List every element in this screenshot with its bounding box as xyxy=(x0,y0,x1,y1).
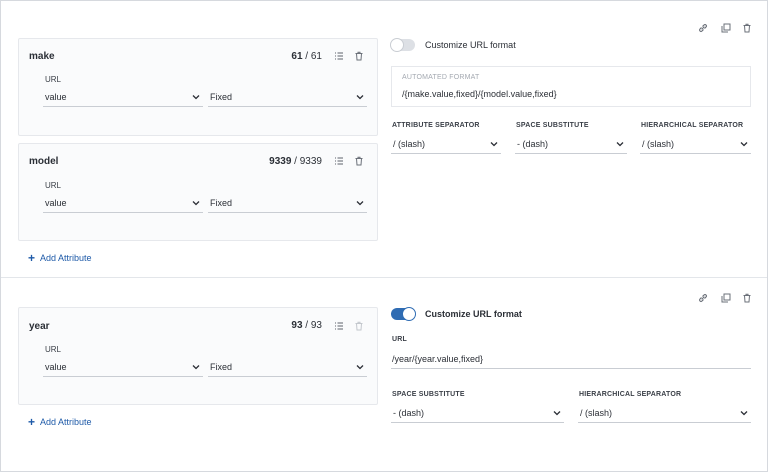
field-select-value: value xyxy=(45,92,67,102)
url-format-label: URL xyxy=(392,336,407,343)
url-label: URL xyxy=(45,345,62,354)
toggle-knob xyxy=(402,307,416,321)
hierarchical-separator-label: HIERARCHICAL SEPARATOR xyxy=(641,122,744,129)
list-icon[interactable] xyxy=(333,155,345,167)
field-select-value: value xyxy=(45,362,67,372)
mode-select[interactable]: Fixed xyxy=(208,195,367,213)
mode-select-value: Fixed xyxy=(210,198,233,208)
mode-select[interactable]: Fixed xyxy=(208,89,367,107)
attribute-separator-select[interactable]: / (slash) xyxy=(391,136,501,154)
mode-select[interactable]: Fixed xyxy=(208,359,367,377)
mode-select-value: Fixed xyxy=(210,92,233,102)
attribute-panel-year xyxy=(18,307,378,405)
hierarchical-separator-label: HIERARCHICAL SEPARATOR xyxy=(579,391,682,398)
trash-icon[interactable] xyxy=(741,22,753,34)
automated-format-title: AUTOMATED FORMAT xyxy=(402,74,480,81)
chevron-down-icon xyxy=(740,411,748,416)
attribute-count: 61 / 61 xyxy=(291,51,322,62)
url-label: URL xyxy=(45,75,62,84)
attribute-panel-make xyxy=(18,38,378,136)
hierarchical-separator-select[interactable]: / (slash) xyxy=(640,136,751,154)
link-icon[interactable] xyxy=(697,22,709,34)
hierarchical-separator-value: / (slash) xyxy=(580,408,613,418)
plus-icon: + xyxy=(28,414,36,429)
chevron-down-icon xyxy=(356,365,364,370)
trash-icon[interactable] xyxy=(353,50,365,62)
chevron-down-icon xyxy=(616,142,624,147)
section-divider xyxy=(1,277,767,278)
space-substitute-select[interactable]: - (dash) xyxy=(391,405,564,423)
field-select[interactable]: value xyxy=(43,195,203,213)
automated-format-box: AUTOMATED FORMAT /{make.value,fixed}/{mo… xyxy=(391,66,751,107)
customize-url-toggle[interactable] xyxy=(391,307,416,321)
trash-icon[interactable] xyxy=(353,155,365,167)
link-icon[interactable] xyxy=(697,292,709,304)
list-icon[interactable] xyxy=(333,50,345,62)
attribute-name: year xyxy=(29,321,50,332)
chevron-down-icon xyxy=(553,411,561,416)
space-substitute-value: - (dash) xyxy=(517,139,549,149)
list-icon[interactable] xyxy=(333,320,345,332)
add-attribute-label: Add Attribute xyxy=(40,253,92,263)
customize-url-toggle[interactable] xyxy=(390,38,415,52)
chevron-down-icon xyxy=(192,95,200,100)
add-attribute-button[interactable]: + Add Attribute xyxy=(28,250,92,265)
duplicate-icon[interactable] xyxy=(720,292,732,304)
field-select[interactable]: value xyxy=(43,89,203,107)
attribute-name: make xyxy=(29,51,55,62)
automated-format-value: /{make.value,fixed}/{model.value,fixed} xyxy=(402,89,557,99)
field-select[interactable]: value xyxy=(43,359,203,377)
toggle-knob xyxy=(390,38,404,52)
attribute-count: 9339 / 9339 xyxy=(269,156,322,167)
space-substitute-value: - (dash) xyxy=(393,408,425,418)
hierarchical-separator-value: / (slash) xyxy=(642,139,675,149)
attribute-name: model xyxy=(29,156,59,167)
attribute-count: 93 / 93 xyxy=(291,320,322,331)
space-substitute-label: SPACE SUBSTITUTE xyxy=(392,391,465,398)
mode-select-value: Fixed xyxy=(210,362,233,372)
url-format-value: /year/{year.value,fixed} xyxy=(392,354,484,364)
space-substitute-label: SPACE SUBSTITUTE xyxy=(516,122,589,129)
customize-url-label: Customize URL format xyxy=(425,40,516,50)
chevron-down-icon xyxy=(356,201,364,206)
url-label: URL xyxy=(45,181,62,190)
chevron-down-icon xyxy=(740,142,748,147)
trash-icon[interactable] xyxy=(741,292,753,304)
field-select-value: value xyxy=(45,198,67,208)
chevron-down-icon xyxy=(356,95,364,100)
add-attribute-label: Add Attribute xyxy=(40,417,92,427)
attribute-separator-label: ATTRIBUTE SEPARATOR xyxy=(392,122,480,129)
trash-icon-disabled xyxy=(353,320,365,332)
duplicate-icon[interactable] xyxy=(720,22,732,34)
customize-url-label: Customize URL format xyxy=(425,309,522,319)
chevron-down-icon xyxy=(192,201,200,206)
chevron-down-icon xyxy=(490,142,498,147)
url-format-input[interactable]: /year/{year.value,fixed} xyxy=(391,351,751,369)
plus-icon: + xyxy=(28,250,36,265)
hierarchical-separator-select[interactable]: / (slash) xyxy=(578,405,751,423)
chevron-down-icon xyxy=(192,365,200,370)
add-attribute-button[interactable]: + Add Attribute xyxy=(28,414,92,429)
attribute-separator-value: / (slash) xyxy=(393,139,426,149)
space-substitute-select[interactable]: - (dash) xyxy=(515,136,627,154)
attribute-panel-model xyxy=(18,143,378,241)
